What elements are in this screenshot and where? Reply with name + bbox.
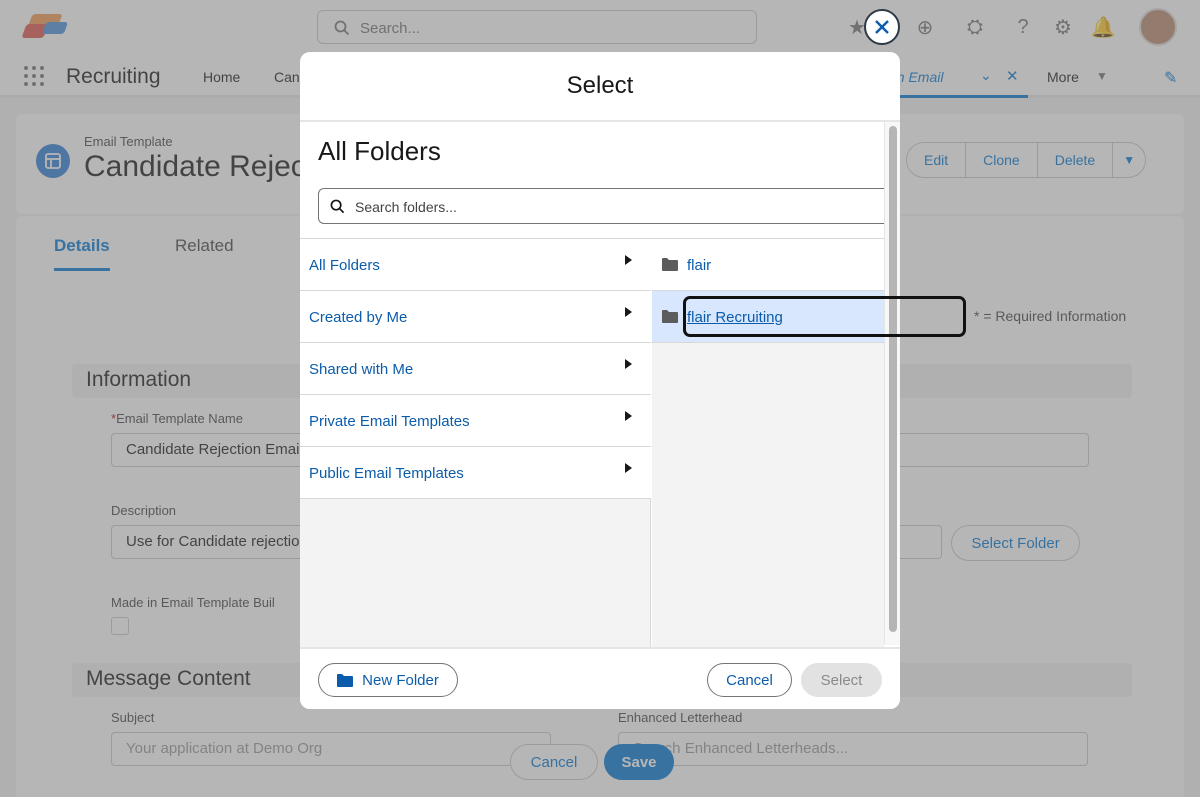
chevron-right-icon (625, 411, 632, 421)
chevron-right-icon (625, 463, 632, 473)
folder-search-placeholder: Search folders... (355, 199, 457, 215)
folder-icon (662, 310, 678, 323)
category-private-email-templates[interactable]: Private Email Templates (300, 395, 651, 447)
category-public-email-templates[interactable]: Public Email Templates (300, 447, 651, 499)
select-folder-modal: Select All Folders Search folders... All… (300, 52, 900, 709)
modal-footer: New Folder Cancel Select (300, 647, 900, 709)
category-label: All Folders (309, 257, 380, 274)
folder-icon (662, 258, 678, 271)
folder-categories: All Folders Created by Me Shared with Me… (300, 239, 651, 647)
modal-title: Select (566, 72, 634, 99)
close-icon (875, 20, 889, 34)
category-label: Private Email Templates (309, 413, 470, 430)
folder-search-input[interactable]: Search folders... (318, 188, 898, 224)
folder-label: flair (687, 257, 712, 274)
new-folder-button[interactable]: New Folder (318, 663, 458, 697)
modal-header: Select (300, 52, 900, 122)
modal-scrollbar[interactable] (884, 122, 900, 645)
chevron-right-icon (625, 307, 632, 317)
category-label: Created by Me (309, 309, 408, 326)
folders-heading: All Folders (318, 136, 441, 166)
category-created-by-me[interactable]: Created by Me (300, 291, 651, 343)
folder-icon (337, 674, 354, 687)
chevron-right-icon (625, 255, 632, 265)
category-label: Public Email Templates (309, 465, 464, 482)
chevron-right-icon (625, 359, 632, 369)
category-label: Shared with Me (309, 361, 414, 378)
modal-cancel-button[interactable]: Cancel (707, 663, 792, 697)
category-shared-with-me[interactable]: Shared with Me (300, 343, 651, 395)
scroll-thumb[interactable] (889, 126, 897, 632)
selection-highlight (683, 296, 966, 337)
search-icon (330, 199, 345, 214)
folder-item-flair[interactable]: flair (652, 239, 884, 291)
close-modal-button[interactable] (864, 9, 900, 45)
new-folder-label: New Folder (362, 671, 439, 689)
modal-select-button[interactable]: Select (801, 663, 882, 697)
category-all-folders[interactable]: All Folders (300, 239, 651, 291)
